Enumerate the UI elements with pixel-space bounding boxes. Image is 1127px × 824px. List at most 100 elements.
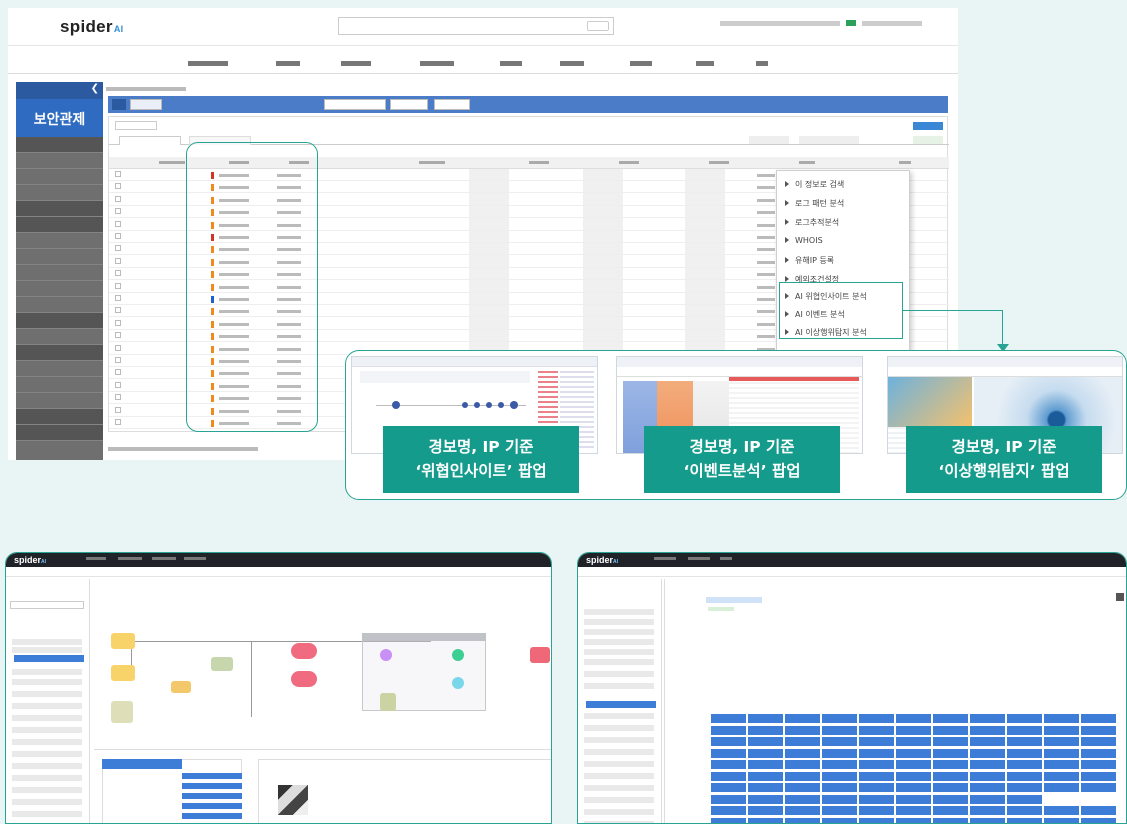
sidebar-item[interactable] bbox=[16, 249, 103, 265]
sidebar-item[interactable] bbox=[16, 185, 103, 201]
data-cell[interactable] bbox=[1043, 759, 1080, 770]
row-checkbox[interactable] bbox=[115, 344, 121, 351]
sidebar-item[interactable] bbox=[16, 137, 103, 153]
data-cell[interactable] bbox=[1043, 770, 1080, 782]
data-cell[interactable] bbox=[858, 793, 895, 805]
tab-active[interactable] bbox=[119, 136, 181, 145]
row-checkbox[interactable] bbox=[115, 357, 121, 363]
flow-node[interactable] bbox=[291, 671, 317, 687]
nav-item[interactable] bbox=[152, 557, 176, 560]
app-logo[interactable]: spiderAI bbox=[14, 555, 46, 565]
data-cell[interactable] bbox=[969, 713, 1006, 724]
data-cell[interactable] bbox=[858, 759, 895, 770]
data-cell[interactable] bbox=[969, 736, 1006, 747]
data-cell[interactable] bbox=[932, 770, 969, 782]
nav-item-1[interactable] bbox=[188, 61, 228, 66]
nav-item-3[interactable] bbox=[341, 61, 371, 66]
data-cell[interactable] bbox=[784, 793, 821, 805]
flow-node[interactable] bbox=[291, 643, 317, 659]
sidebar-item[interactable] bbox=[16, 281, 103, 297]
data-cell[interactable] bbox=[932, 759, 969, 770]
data-cell[interactable] bbox=[1006, 724, 1043, 736]
data-cell[interactable] bbox=[784, 816, 821, 823]
data-cell[interactable] bbox=[821, 724, 858, 736]
nav-item[interactable] bbox=[720, 557, 732, 560]
data-cell[interactable] bbox=[747, 759, 784, 770]
data-cell[interactable] bbox=[969, 816, 1006, 823]
data-cell[interactable] bbox=[821, 805, 858, 816]
data-cell[interactable] bbox=[858, 805, 895, 816]
data-cell[interactable] bbox=[858, 736, 895, 747]
filter-dropdown[interactable] bbox=[324, 99, 386, 110]
toolbar-button[interactable] bbox=[112, 99, 126, 110]
flow-node[interactable] bbox=[452, 677, 464, 689]
row-checkbox[interactable] bbox=[115, 245, 121, 252]
data-cell[interactable] bbox=[1006, 736, 1043, 747]
data-cell[interactable] bbox=[1043, 782, 1080, 793]
data-cell[interactable] bbox=[895, 782, 932, 793]
data-cell[interactable] bbox=[895, 770, 932, 782]
nav-item[interactable] bbox=[184, 557, 206, 560]
row-checkbox[interactable] bbox=[115, 307, 121, 314]
row-checkbox[interactable] bbox=[115, 406, 121, 413]
row-checkbox[interactable] bbox=[115, 332, 121, 339]
data-cell[interactable] bbox=[784, 724, 821, 736]
sidebar-item[interactable] bbox=[16, 201, 103, 217]
flow-node[interactable] bbox=[111, 701, 133, 723]
data-cell[interactable] bbox=[747, 816, 784, 823]
flow-node[interactable] bbox=[111, 665, 135, 681]
data-cell[interactable] bbox=[895, 724, 932, 736]
data-cell[interactable] bbox=[1080, 770, 1117, 782]
row-checkbox[interactable] bbox=[115, 208, 121, 215]
data-cell[interactable] bbox=[784, 782, 821, 793]
data-cell[interactable] bbox=[784, 759, 821, 770]
data-cell[interactable] bbox=[858, 782, 895, 793]
row-checkbox[interactable] bbox=[115, 171, 121, 177]
data-cell[interactable] bbox=[932, 713, 969, 724]
collapse-icon[interactable]: ❮ bbox=[16, 82, 103, 99]
menu-item-search[interactable]: 이 정보로 검색 bbox=[785, 179, 844, 190]
close-icon[interactable] bbox=[1116, 593, 1124, 601]
tree-item-selected[interactable] bbox=[14, 655, 84, 662]
data-cell[interactable] bbox=[858, 713, 895, 724]
data-cell[interactable] bbox=[710, 770, 747, 782]
data-cell[interactable] bbox=[1043, 724, 1080, 736]
data-cell[interactable] bbox=[1043, 816, 1080, 823]
row-checkbox[interactable] bbox=[115, 319, 121, 326]
search-input[interactable] bbox=[338, 17, 614, 35]
menu-item-whois[interactable]: WHOIS bbox=[785, 236, 823, 245]
data-cell[interactable] bbox=[710, 782, 747, 793]
export-button[interactable] bbox=[913, 136, 943, 144]
data-cell[interactable] bbox=[710, 736, 747, 747]
data-cell[interactable] bbox=[1006, 747, 1043, 759]
data-cell[interactable] bbox=[1006, 713, 1043, 724]
data-cell[interactable] bbox=[784, 736, 821, 747]
menu-item-log-trace[interactable]: 로그추적분석 bbox=[785, 217, 839, 228]
data-cell[interactable] bbox=[895, 713, 932, 724]
nav-item-8[interactable] bbox=[696, 61, 714, 66]
grid-option-button[interactable] bbox=[749, 136, 789, 144]
data-cell[interactable] bbox=[895, 816, 932, 823]
search-button[interactable] bbox=[913, 122, 943, 130]
data-cell[interactable] bbox=[1080, 724, 1117, 736]
data-cell[interactable] bbox=[1006, 759, 1043, 770]
row-checkbox[interactable] bbox=[115, 394, 121, 401]
data-cell[interactable] bbox=[821, 747, 858, 759]
toolbar-button[interactable] bbox=[390, 99, 428, 110]
tree-search-input[interactable] bbox=[10, 601, 84, 609]
data-cell[interactable] bbox=[1080, 782, 1117, 793]
app-logo[interactable]: spiderAI bbox=[586, 555, 618, 565]
data-cell[interactable] bbox=[747, 747, 784, 759]
nav-item-9[interactable] bbox=[756, 61, 768, 66]
data-cell[interactable] bbox=[969, 782, 1006, 793]
toolbar-button[interactable] bbox=[434, 99, 470, 110]
data-cell[interactable] bbox=[932, 724, 969, 736]
data-cell[interactable] bbox=[1043, 736, 1080, 747]
sidebar-item[interactable] bbox=[16, 153, 103, 169]
row-checkbox[interactable] bbox=[115, 195, 121, 202]
data-cell[interactable] bbox=[895, 793, 932, 805]
data-cell[interactable] bbox=[821, 736, 858, 747]
data-cell[interactable] bbox=[932, 736, 969, 747]
data-cell[interactable] bbox=[747, 713, 784, 724]
data-cell[interactable] bbox=[1006, 782, 1043, 793]
